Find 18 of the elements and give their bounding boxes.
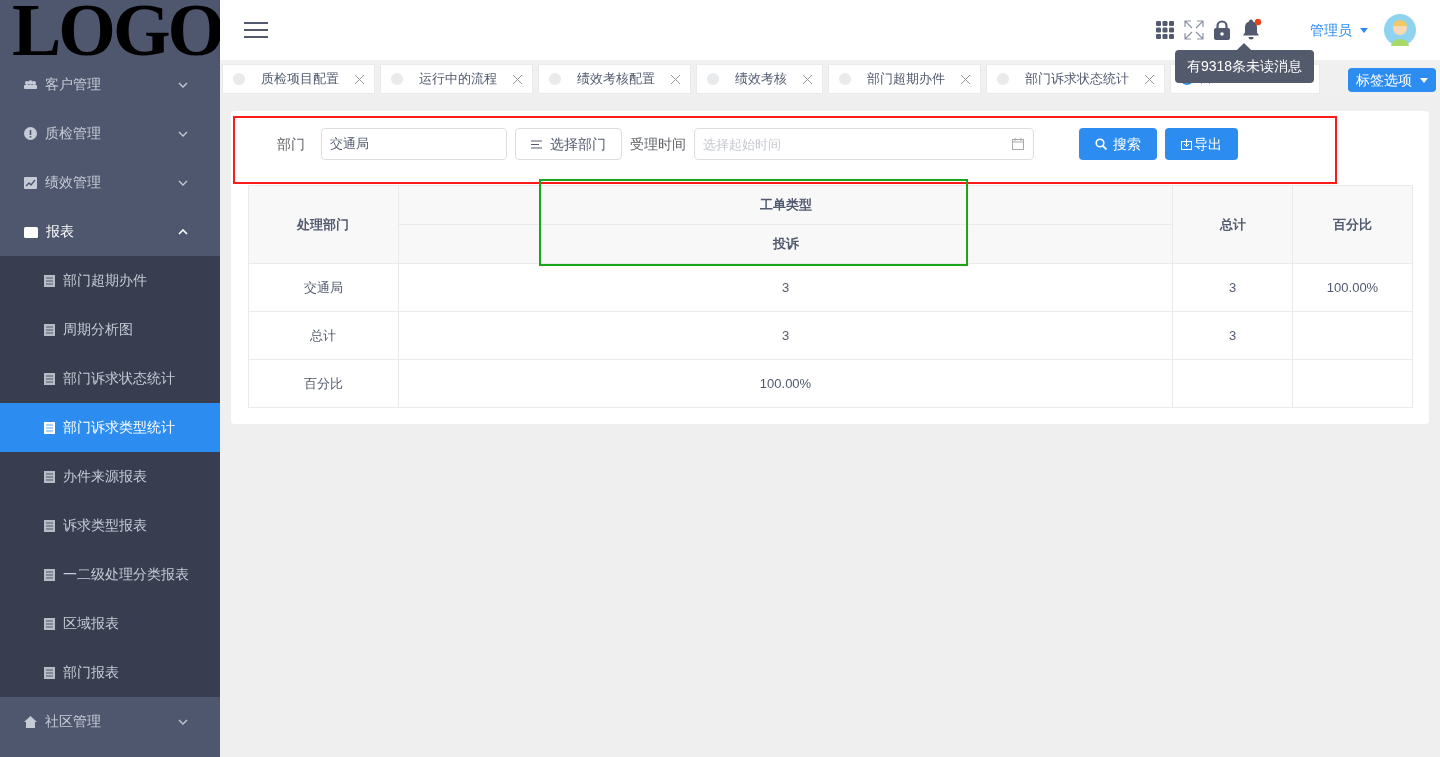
table-cell: 百分比 <box>303 375 343 391</box>
table-cell: 3 <box>1228 279 1237 295</box>
table-cell: 3 <box>781 279 790 295</box>
logo: LOGO <box>11 0 220 60</box>
notification-tooltip: 有9318条未读消息 <box>1175 50 1315 83</box>
column-header: 处理部门 <box>248 185 399 264</box>
table-cell: 100.00% <box>1326 279 1379 295</box>
field-label: 部门 <box>277 134 305 154</box>
field-label: 受理时间 <box>630 134 686 154</box>
table-cell: 交通局 <box>303 279 343 295</box>
column-header: 总计 <box>1172 185 1293 264</box>
table-cell: 100.00% <box>759 375 812 391</box>
table-cell: 3 <box>781 327 790 343</box>
column-header: 百分比 <box>1292 185 1413 264</box>
table-cell: 总计 <box>310 327 337 343</box>
column-header: 投诉 <box>398 224 1173 264</box>
table-cell: 3 <box>1228 327 1237 343</box>
column-header: 工单类型 <box>398 185 1173 225</box>
